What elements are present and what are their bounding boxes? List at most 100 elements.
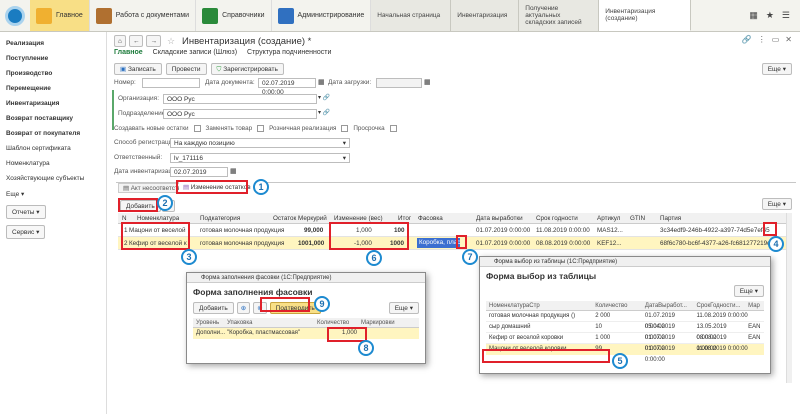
book-icon — [202, 7, 219, 24]
col-batch[interactable]: Партия — [660, 215, 681, 222]
inv-date-field[interactable]: 02.07.2019 — [170, 167, 228, 177]
top-bar: Главное Работа с документами Справочники… — [0, 0, 800, 32]
nav-main[interactable]: Главное — [114, 49, 143, 56]
col-name[interactable]: Номенклатура — [137, 215, 179, 222]
star-icon[interactable]: ☆ — [167, 36, 175, 47]
list-item[interactable]: Кефир от веселой коровки 1 000 01.07.201… — [486, 333, 764, 352]
sidebar-more[interactable]: Еще ▾ — [6, 186, 100, 202]
service-button[interactable]: Сервис ▾ — [6, 225, 46, 239]
row-prod: 01.07.2019 0:00:00 — [476, 227, 531, 234]
number-label: Номер: — [114, 79, 136, 86]
col-rest[interactable]: Остаток Меркурий — [273, 215, 327, 222]
reg-method-select[interactable]: На каждую позицию ▾ — [170, 138, 350, 148]
tab-actual-records[interactable]: Получение актуальных складских записей — [519, 0, 600, 31]
retail-label: Розничная реализация — [269, 125, 337, 132]
col-prod[interactable]: Дата выработки — [476, 215, 523, 222]
row-pack[interactable]: Коробка, пласт — [417, 238, 460, 248]
save-button[interactable]: ▣ Записать — [114, 63, 162, 75]
col-name: НоменклатураСтр — [489, 303, 540, 309]
col-total[interactable]: Итог — [398, 215, 411, 222]
sidebar-item-return-supplier[interactable]: Возврат поставщику — [6, 111, 100, 126]
post-button[interactable]: Провести — [165, 63, 207, 75]
back-button[interactable]: ← — [128, 35, 144, 47]
create-new-checkbox[interactable] — [193, 125, 201, 132]
sidebar-item-receipt[interactable]: Поступление — [6, 51, 100, 66]
dialog-more-button[interactable]: Еще ▾ — [733, 285, 764, 297]
nav-records[interactable]: Складские записи (Шлюз) — [153, 49, 237, 56]
highlight-qty — [327, 327, 367, 342]
sidebar-item-return-customer[interactable]: Возврат от покупателя — [6, 126, 100, 141]
row-art: KEF12... — [597, 240, 622, 247]
grid-icon[interactable]: ▦ — [749, 10, 758, 21]
sidebar-item-sales[interactable]: Реализация — [6, 36, 100, 51]
home-button[interactable]: ⌂ — [114, 35, 126, 47]
col-exp: СрокГодности... — [696, 303, 741, 309]
list-item[interactable]: сыр домашний 10 05.04.2019 0:00:00 13.05… — [486, 322, 764, 341]
reports-button[interactable]: Отчеты ▾ — [6, 205, 46, 219]
calendar-icon[interactable]: ▦ — [318, 78, 325, 86]
more-button-doc[interactable]: Еще ▾ — [761, 63, 792, 75]
more-button-grid[interactable]: Еще ▾ — [761, 198, 792, 210]
row-rest: 1001,000 — [298, 240, 325, 247]
dialog-more-button[interactable]: Еще ▾ — [388, 302, 419, 314]
star-icon[interactable]: ★ — [766, 10, 774, 21]
expired-checkbox[interactable] — [389, 125, 397, 132]
highlight-confirm — [260, 297, 310, 312]
calendar-icon[interactable]: ▦ — [230, 167, 237, 175]
dialog-up-button[interactable]: ⊕ — [236, 302, 251, 314]
register-button[interactable]: ⛉ Зарегистрировать — [210, 63, 284, 75]
col-art[interactable]: Артикул — [597, 215, 620, 222]
forward-button[interactable]: → — [146, 35, 161, 47]
org-field[interactable]: ООО Рус — [163, 94, 317, 104]
nav-structure[interactable]: Структура подчиненности — [247, 49, 331, 56]
responsible-field[interactable]: lv_171116 ▾ — [170, 153, 350, 163]
sidebar-item-production[interactable]: Производство — [6, 66, 100, 81]
section-main[interactable]: Главное — [30, 0, 90, 31]
close-icon[interactable]: ✕ — [785, 35, 792, 44]
replace-checkbox[interactable] — [257, 125, 265, 132]
menu-icon[interactable]: ☰ — [782, 10, 790, 21]
col-sub[interactable]: Подкатегория — [200, 215, 240, 222]
pack-fill-dialog: Форма заполнения фасовки (1С:Предприятие… — [186, 272, 426, 364]
tab-inventory-create[interactable]: Инвентаризация (создание) — [599, 0, 692, 31]
row-sub: готовая молочная продукция — [200, 240, 285, 247]
col-mark: Маркировки — [361, 320, 395, 326]
grid-scrollbar[interactable] — [786, 213, 792, 383]
restore-icon[interactable]: ▭ — [772, 35, 780, 44]
sidebar-item-inventory[interactable]: Инвентаризация — [6, 96, 100, 111]
sidebar-item-transfer[interactable]: Перемещение — [6, 81, 100, 96]
save-icon: ▣ — [120, 66, 127, 73]
sidebar-item-nomenclature[interactable]: Номенклатура — [6, 156, 100, 171]
dialog-add-button[interactable]: Добавить — [193, 302, 234, 314]
col-n[interactable]: N — [122, 215, 127, 222]
dialog-grid-header: Уровень Упаковка Количество Маркировки — [193, 318, 419, 328]
number-field[interactable] — [142, 78, 200, 88]
list-item[interactable]: готовая молочная продукция () 2 000 01.0… — [486, 311, 764, 330]
briefcase-icon — [95, 7, 112, 24]
col-pack[interactable]: Фасовка — [418, 215, 443, 222]
responsible-label: Ответственный: — [114, 154, 163, 161]
tab-inventory[interactable]: Инвентаризация — [451, 0, 520, 31]
retail-checkbox[interactable] — [341, 125, 349, 132]
col-gtin[interactable]: GTIN — [630, 215, 645, 222]
section-catalogs[interactable]: Справочники — [196, 0, 272, 31]
link-icon[interactable]: 🔗 — [742, 35, 752, 44]
tab-start-page[interactable]: Начальная страница — [371, 0, 452, 31]
col-exp[interactable]: Срок годности — [536, 215, 578, 222]
more-vert-icon[interactable]: ⋮ — [758, 35, 766, 44]
sidebar-item-entities[interactable]: Хозяйствующие субъекты — [6, 171, 100, 186]
app-logo[interactable] — [0, 0, 30, 32]
row-level: Дополни... — [196, 330, 226, 336]
highlight-batch-btn — [763, 222, 777, 236]
col-change[interactable]: Изменение (вес) — [334, 215, 383, 222]
dropdown-icon[interactable]: ▾ 🔗 — [318, 109, 330, 116]
dept-field[interactable]: ООО Рус — [163, 109, 317, 119]
load-date-field[interactable] — [376, 78, 422, 88]
section-documents[interactable]: Работа с документами — [90, 0, 197, 31]
calendar-icon[interactable]: ▦ — [424, 78, 431, 86]
section-admin[interactable]: Администрирование — [272, 0, 372, 31]
table-row-selected[interactable]: Дополни... "Коробка, пластмассовая" 1,00… — [193, 328, 419, 339]
dropdown-icon[interactable]: ▾ 🔗 — [318, 94, 330, 101]
date-field[interactable]: 02.07.2019 0:00:00 — [258, 78, 316, 96]
sidebar-item-cert-template[interactable]: Шаблон сертификата — [6, 141, 100, 156]
